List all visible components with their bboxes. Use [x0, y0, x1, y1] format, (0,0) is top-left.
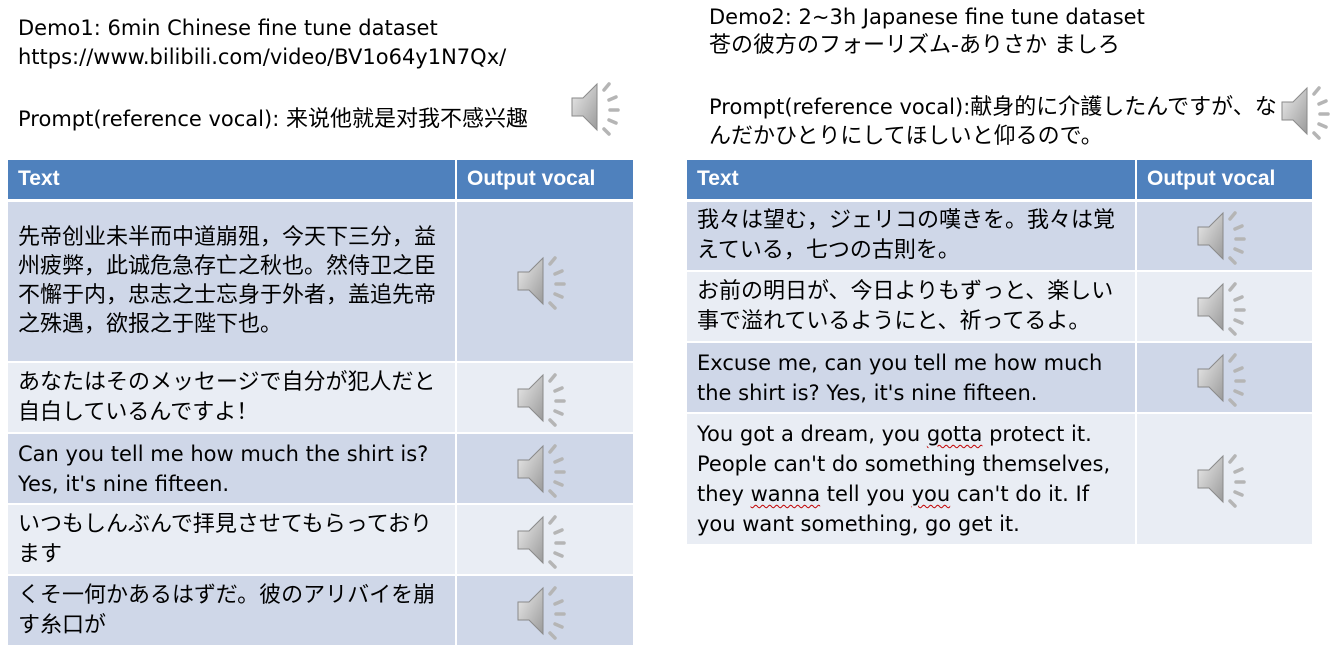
demo1-url[interactable]: https://www.bilibili.com/video/BV1o64y1N… — [18, 43, 506, 72]
output-vocal-cell — [456, 362, 635, 434]
output-vocal-cell — [1136, 271, 1314, 343]
demo1-title: Demo1: 6min Chinese fine tune dataset — [18, 16, 438, 40]
row-text: 先帝创业未半而中道崩殂，今天下三分，益州疲弊，此诚危急存亡之秋也。然侍卫之臣不懈… — [8, 200, 457, 363]
spellcheck-word: you — [911, 482, 951, 506]
table-row: Can you tell me how much the shirt is? Y… — [8, 433, 635, 505]
demo2-table: Text Output vocal 我々は望む，ジェリコの嘆きを。我々は覚えてい… — [687, 160, 1314, 546]
table-row: あなたはそのメッセージで自分が犯人だと自白しているんですよ！ — [8, 362, 635, 434]
output-vocal-cell — [1136, 342, 1314, 414]
output-vocal-cell — [456, 575, 635, 647]
demo1-header-text: Text — [8, 160, 457, 202]
speaker-icon[interactable] — [512, 248, 578, 314]
output-vocal-cell — [456, 433, 635, 505]
spellcheck-word: gotta — [926, 422, 983, 446]
row-text: あなたはそのメッセージで自分が犯人だと自白しているんですよ！ — [8, 362, 457, 434]
table-row: 先帝创业未半而中道崩殂，今天下三分，益州疲弊，此诚危急存亡之秋也。然侍卫之臣不懈… — [8, 200, 635, 363]
demo2-subtitle: 苍の彼方のフォーリズム-ありさか ましろ — [709, 33, 1120, 58]
speaker-icon[interactable] — [512, 507, 578, 573]
speaker-icon[interactable] — [512, 365, 578, 431]
demo1-prompt-text: 来说他就是对我不感兴趣 — [285, 107, 528, 132]
row-text: くそ一何かあるはずだ。彼のアリバイを崩す糸口が — [8, 575, 457, 647]
demo2-header-vocal: Output vocal — [1136, 160, 1314, 202]
demo2-prompt-label: Prompt(reference vocal): — [709, 95, 971, 119]
demo1-header-vocal: Output vocal — [456, 160, 635, 202]
speaker-icon[interactable] — [512, 436, 578, 502]
speaker-icon[interactable] — [512, 578, 578, 644]
demo1-prompt: Prompt(reference vocal): 来说他就是对我不感兴趣 — [18, 105, 528, 134]
output-vocal-cell — [1136, 413, 1314, 546]
table-row: You got a dream, you gotta protect it. P… — [687, 413, 1314, 546]
output-vocal-cell — [1136, 200, 1314, 272]
row-text: 我々は望む，ジェリコの嘆きを。我々は覚えている，七つの古則を。 — [687, 200, 1137, 272]
speaker-icon[interactable] — [1192, 203, 1258, 269]
row-text: お前の明日が、今日よりもずっと、楽しい事で溢れているようにと、祈ってるよ。 — [687, 271, 1137, 343]
table-row: Excuse me, can you tell me how much the … — [687, 342, 1314, 414]
output-vocal-cell — [456, 200, 635, 363]
demo2-prompt-speaker-icon[interactable] — [1276, 78, 1336, 144]
demo1-prompt-speaker-icon[interactable] — [566, 74, 632, 140]
speaker-icon[interactable] — [1192, 274, 1258, 340]
demo2-header-text: Text — [687, 160, 1137, 202]
spellcheck-word: wanna — [750, 482, 821, 506]
table-row: くそ一何かあるはずだ。彼のアリバイを崩す糸口が — [8, 575, 635, 647]
demo2-prompt: Prompt(reference vocal):献身的に介護したんですが、なんだ… — [709, 93, 1284, 151]
row-text: いつもしんぶんで拝見させてもらっております — [8, 504, 457, 576]
row-text: Can you tell me how much the shirt is? Y… — [8, 433, 457, 505]
demo1-table: Text Output vocal 先帝创业未半而中道崩殂，今天下三分，益州疲弊… — [8, 160, 635, 647]
demo2-title: Demo2: 2~3h Japanese fine tune dataset — [709, 5, 1145, 29]
row-text: You got a dream, you gotta protect it. P… — [687, 413, 1137, 546]
output-vocal-cell — [456, 504, 635, 576]
row-text: Excuse me, can you tell me how much the … — [687, 342, 1137, 414]
table-row: 我々は望む，ジェリコの嘆きを。我々は覚えている，七つの古則を。 — [687, 200, 1314, 272]
speaker-icon[interactable] — [1192, 446, 1258, 512]
speaker-icon[interactable] — [1192, 345, 1258, 411]
demo1-prompt-label: Prompt(reference vocal): — [18, 107, 286, 131]
table-row: いつもしんぶんで拝見させてもらっております — [8, 504, 635, 576]
table-row: お前の明日が、今日よりもずっと、楽しい事で溢れているようにと、祈ってるよ。 — [687, 271, 1314, 343]
